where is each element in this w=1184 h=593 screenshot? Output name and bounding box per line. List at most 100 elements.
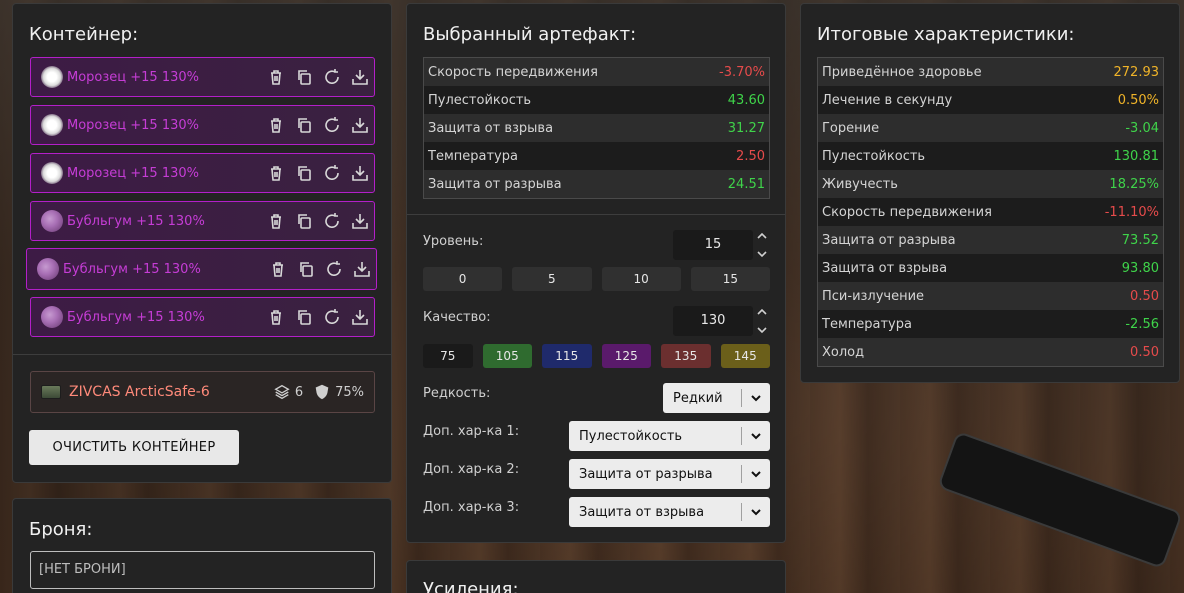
boosts-title: Усиления:: [423, 579, 519, 593]
download-icon[interactable]: [348, 260, 376, 278]
stat-row: Температура -2.56: [818, 310, 1163, 338]
summary-title: Итоговые характеристики:: [817, 24, 1075, 45]
boosts-panel: Усиления:: [406, 560, 786, 593]
container-item[interactable]: Морозец +15 130%: [30, 153, 375, 193]
stat-value: 272.93: [1113, 64, 1160, 80]
stat-value: -11.10%: [1104, 204, 1159, 220]
quality-preset-button[interactable]: 145: [720, 344, 770, 368]
stat-label: Лечение в секунду: [822, 92, 953, 108]
copy-icon[interactable]: [292, 260, 320, 278]
container-item[interactable]: Бубльгум +15 130%: [30, 297, 375, 337]
clear-container-button[interactable]: ОЧИСТИТЬ КОНТЕЙНЕР: [29, 430, 239, 465]
stat-label: Горение: [822, 120, 880, 136]
stat-row: Приведённое здоровье 272.93: [818, 58, 1163, 86]
copy-icon[interactable]: [290, 164, 318, 182]
stat-row: Пулестойкость 43.60: [424, 86, 769, 114]
stat-label: Температура: [822, 316, 912, 332]
copy-icon[interactable]: [290, 212, 318, 230]
stat-value: 43.60: [727, 92, 765, 108]
container-item-name: Морозец +15 130%: [67, 117, 199, 133]
stat-value: 31.27: [727, 120, 765, 136]
download-icon[interactable]: [346, 164, 374, 182]
copy-icon[interactable]: [290, 68, 318, 86]
summary-stats-table: Приведённое здоровье 272.93 Лечение в секу…: [817, 57, 1164, 367]
safe-item[interactable]: ZIVCAS ArcticSafe-6 6 75%: [30, 371, 375, 413]
stat-row: Температура 2.50: [424, 142, 769, 170]
level-preset-button[interactable]: 5: [512, 267, 592, 291]
armor-title: Броня:: [29, 519, 93, 540]
chevron-up-icon[interactable]: [756, 230, 768, 242]
download-icon[interactable]: [346, 212, 374, 230]
chevron-down-icon[interactable]: [756, 248, 768, 260]
quality-preset-button[interactable]: 75: [423, 344, 473, 368]
download-icon[interactable]: [346, 308, 374, 326]
stat-value: 0.50: [1130, 288, 1159, 304]
level-preset-button[interactable]: 10: [601, 267, 681, 291]
container-item[interactable]: Бубльгум +15 130%: [30, 201, 375, 241]
frost-artifact-icon: [41, 66, 63, 88]
quality-preset-button[interactable]: 125: [601, 344, 651, 368]
stat-value: 130.81: [1113, 148, 1160, 164]
download-icon[interactable]: [346, 68, 374, 86]
trash-icon[interactable]: [262, 116, 290, 134]
extra1-value: Пулестойкость: [579, 428, 683, 444]
quality-preset-button[interactable]: 105: [482, 344, 532, 368]
trash-icon[interactable]: [262, 308, 290, 326]
chevron-up-icon[interactable]: [756, 306, 768, 318]
stat-label: Приведённое здоровье: [822, 64, 982, 80]
quality-input[interactable]: 130: [673, 306, 753, 336]
safe-protection-value: 75%: [335, 384, 364, 400]
artifact-title: Выбранный артефакт:: [423, 24, 637, 45]
copy-icon[interactable]: [290, 308, 318, 326]
extra2-label: Доп. хар-ка 2:: [423, 462, 520, 477]
container-item-name: Бубльгум +15 130%: [67, 309, 205, 325]
container-item[interactable]: Морозец +15 130%: [30, 105, 375, 145]
refresh-icon[interactable]: [318, 212, 346, 230]
stat-row: Лечение в секунду 0.50%: [818, 86, 1163, 114]
chevron-down-icon: [742, 506, 770, 518]
level-preset-button[interactable]: 0: [423, 267, 503, 291]
rarity-select[interactable]: Редкий: [663, 383, 770, 413]
level-input[interactable]: 15: [673, 230, 753, 260]
container-divider: [13, 354, 391, 355]
download-icon[interactable]: [346, 116, 374, 134]
level-stepper[interactable]: [756, 230, 768, 260]
extra2-value: Защита от разрыва: [579, 466, 713, 482]
refresh-icon[interactable]: [318, 116, 346, 134]
stat-label: Живучесть: [822, 176, 898, 192]
layers-icon: [274, 384, 290, 400]
armor-field[interactable]: [НЕТ БРОНИ]: [30, 551, 375, 589]
trash-icon[interactable]: [262, 164, 290, 182]
stat-row: Скорость передвижения -3.70%: [424, 58, 769, 86]
trash-icon[interactable]: [264, 260, 292, 278]
trash-icon[interactable]: [262, 68, 290, 86]
level-presets: 0 5 10 15: [423, 267, 770, 291]
stat-label: Холод: [822, 344, 865, 360]
stat-label: Скорость передвижения: [428, 64, 598, 80]
trash-icon[interactable]: [262, 212, 290, 230]
container-item-name: Морозец +15 130%: [67, 69, 199, 85]
chevron-down-icon[interactable]: [756, 324, 768, 336]
summary-panel: Итоговые характеристики: Приведённое здо…: [800, 3, 1180, 383]
refresh-icon[interactable]: [318, 68, 346, 86]
container-item-name: Морозец +15 130%: [67, 165, 199, 181]
refresh-icon[interactable]: [318, 164, 346, 182]
copy-icon[interactable]: [290, 116, 318, 134]
quality-preset-button[interactable]: 135: [661, 344, 711, 368]
quality-presets: 75 105 115 125 135 145: [423, 344, 770, 368]
extra3-select[interactable]: Защита от взрыва: [569, 497, 770, 527]
quality-stepper[interactable]: [756, 306, 768, 336]
safe-case-icon: [41, 385, 61, 399]
level-preset-button[interactable]: 15: [690, 267, 770, 291]
stat-value: 93.80: [1121, 260, 1159, 276]
quality-preset-button[interactable]: 115: [542, 344, 592, 368]
container-item[interactable]: Морозец +15 130%: [30, 57, 375, 97]
stat-label: Защита от взрыва: [822, 260, 948, 276]
container-item[interactable]: Бубльгум +15 130%: [26, 248, 377, 290]
refresh-icon[interactable]: [320, 260, 348, 278]
stat-row: Горение -3.04: [818, 114, 1163, 142]
extra1-select[interactable]: Пулестойкость: [569, 421, 770, 451]
safe-name: ZIVCAS ArcticSafe-6: [69, 384, 210, 400]
extra2-select[interactable]: Защита от разрыва: [569, 459, 770, 489]
refresh-icon[interactable]: [318, 308, 346, 326]
